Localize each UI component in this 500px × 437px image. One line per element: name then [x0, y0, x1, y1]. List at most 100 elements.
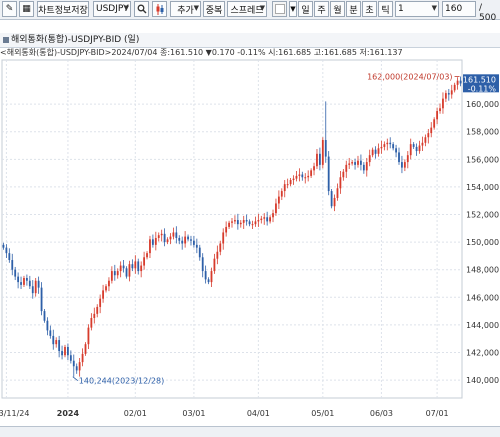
candle-body: [160, 233, 163, 236]
candle-body: [362, 164, 365, 171]
plot-area: [1, 59, 463, 399]
period-second-button[interactable]: 초: [362, 1, 377, 17]
chevron-down-icon: ▼: [290, 5, 296, 13]
candle-body: [49, 330, 52, 336]
candle-body: [219, 243, 222, 252]
candle-body: [383, 144, 386, 147]
candle-body: [222, 232, 225, 244]
period-month-button[interactable]: 월: [330, 1, 345, 17]
candle-body: [345, 164, 348, 172]
candle-body: [386, 142, 389, 145]
candle-body: [277, 196, 280, 204]
candle-body: [84, 344, 87, 354]
candle-body: [275, 203, 277, 214]
candle-body: [292, 178, 295, 181]
candle-body: [412, 144, 415, 147]
pencil-icon[interactable]: ✎: [2, 1, 17, 17]
candle-body: [421, 142, 424, 146]
candle-body: [90, 317, 93, 328]
y-tick-label: 144,000: [466, 321, 499, 330]
period-value: 1: [398, 4, 404, 14]
count-field[interactable]: 160: [442, 1, 476, 17]
candle-body: [146, 253, 148, 258]
candle-body: [286, 184, 289, 186]
period-minute-button[interactable]: 분: [346, 1, 361, 17]
x-tick-label: 2023/11/24: [0, 409, 29, 418]
x-tick-label: 02/01: [124, 409, 147, 418]
y-axis: 140,000 142,000 144,000 146,000 148,000 150,0…: [466, 100, 499, 385]
candle-body: [377, 148, 380, 154]
candle-body: [459, 80, 462, 84]
pencil-glyph: ✎: [5, 4, 14, 14]
candle-body: [20, 282, 22, 285]
candle-body: [131, 264, 134, 269]
candle-body: [360, 160, 362, 165]
y-tick-label: 142,000: [466, 348, 499, 357]
candle-body: [8, 253, 11, 261]
candle-body: [330, 191, 333, 207]
second-label: 초: [365, 5, 374, 16]
candle-body: [365, 162, 368, 171]
candle-body: [96, 306, 99, 314]
candle-body: [295, 175, 298, 179]
candle-body: [157, 235, 160, 238]
x-tick-label: 07/01: [426, 409, 449, 418]
add-indicator-button[interactable]: 추가 ▼: [170, 1, 201, 17]
grid-glyph: ▦: [22, 4, 31, 14]
x-axis: 2023/11/24 2024 02/01 03/01 04/01 05/01 06/03 0…: [0, 409, 449, 418]
candle-body: [269, 217, 271, 222]
symbol-select[interactable]: USDJPY ▼: [93, 1, 131, 17]
save-chart-button[interactable]: 차트정보저장: [37, 1, 89, 17]
candle-body: [178, 237, 181, 241]
candle-body: [225, 226, 228, 233]
swatch-dropdown[interactable]: ▼: [289, 1, 297, 17]
candle-body: [228, 222, 230, 227]
candle-body: [316, 153, 318, 167]
period-tick-button[interactable]: 틱: [378, 1, 393, 17]
candle-body: [110, 271, 113, 281]
chevron-down-icon: ▼: [431, 4, 437, 12]
candle-body: [239, 222, 242, 225]
spread-button[interactable]: 스프레드 ▼: [227, 1, 267, 17]
candle-body: [257, 220, 260, 222]
color-swatch-button[interactable]: [272, 1, 287, 17]
candle-body: [310, 170, 313, 176]
y-tick-label: 156,000: [466, 155, 499, 164]
candle-body: [190, 239, 192, 241]
candle-body: [11, 260, 14, 270]
period-week-button[interactable]: 주: [314, 1, 329, 17]
candle-body: [374, 149, 377, 154]
price-chart[interactable]: 140,000 142,000 144,000 146,000 148,000 150,0…: [0, 58, 500, 426]
candle-body: [234, 220, 236, 222]
candle-body: [187, 236, 189, 240]
minute-label: 분: [349, 5, 358, 16]
y-tick-label: 158,000: [466, 128, 499, 137]
overlay-label: 중복: [205, 5, 223, 16]
candle-body: [87, 327, 90, 345]
chart-title: 해외통화(통합)-USDJPY-BID (일): [11, 35, 140, 45]
candle-body: [102, 290, 104, 299]
period-value-field[interactable]: 1 ▼: [395, 1, 439, 17]
candle-body: [231, 221, 233, 223]
candle-body: [433, 119, 436, 128]
candle-body: [392, 144, 395, 149]
candle-body: [263, 217, 266, 219]
candle-body: [406, 155, 409, 163]
candle-body: [450, 90, 453, 95]
candle-body: [251, 224, 254, 226]
grid-icon[interactable]: ▦: [19, 1, 34, 17]
tick-label: 틱: [381, 5, 390, 16]
window-icon: [3, 36, 9, 43]
candle-body: [415, 146, 418, 152]
candle-body: [427, 133, 430, 138]
save-chart-label: 차트정보저장: [38, 5, 88, 16]
bottom-scroll-bar[interactable]: [0, 426, 500, 437]
last-price-value: 161.510: [463, 75, 496, 84]
chart-title-bar: 해외통화(통합)-USDJPY-BID (일): [0, 33, 500, 48]
week-label: 주: [317, 5, 326, 16]
overlay-button[interactable]: 중복: [203, 1, 225, 17]
candle-type-icon[interactable]: [152, 1, 167, 17]
period-day-button[interactable]: 일: [298, 1, 313, 17]
candle-body: [357, 160, 359, 165]
search-icon[interactable]: [134, 1, 149, 17]
